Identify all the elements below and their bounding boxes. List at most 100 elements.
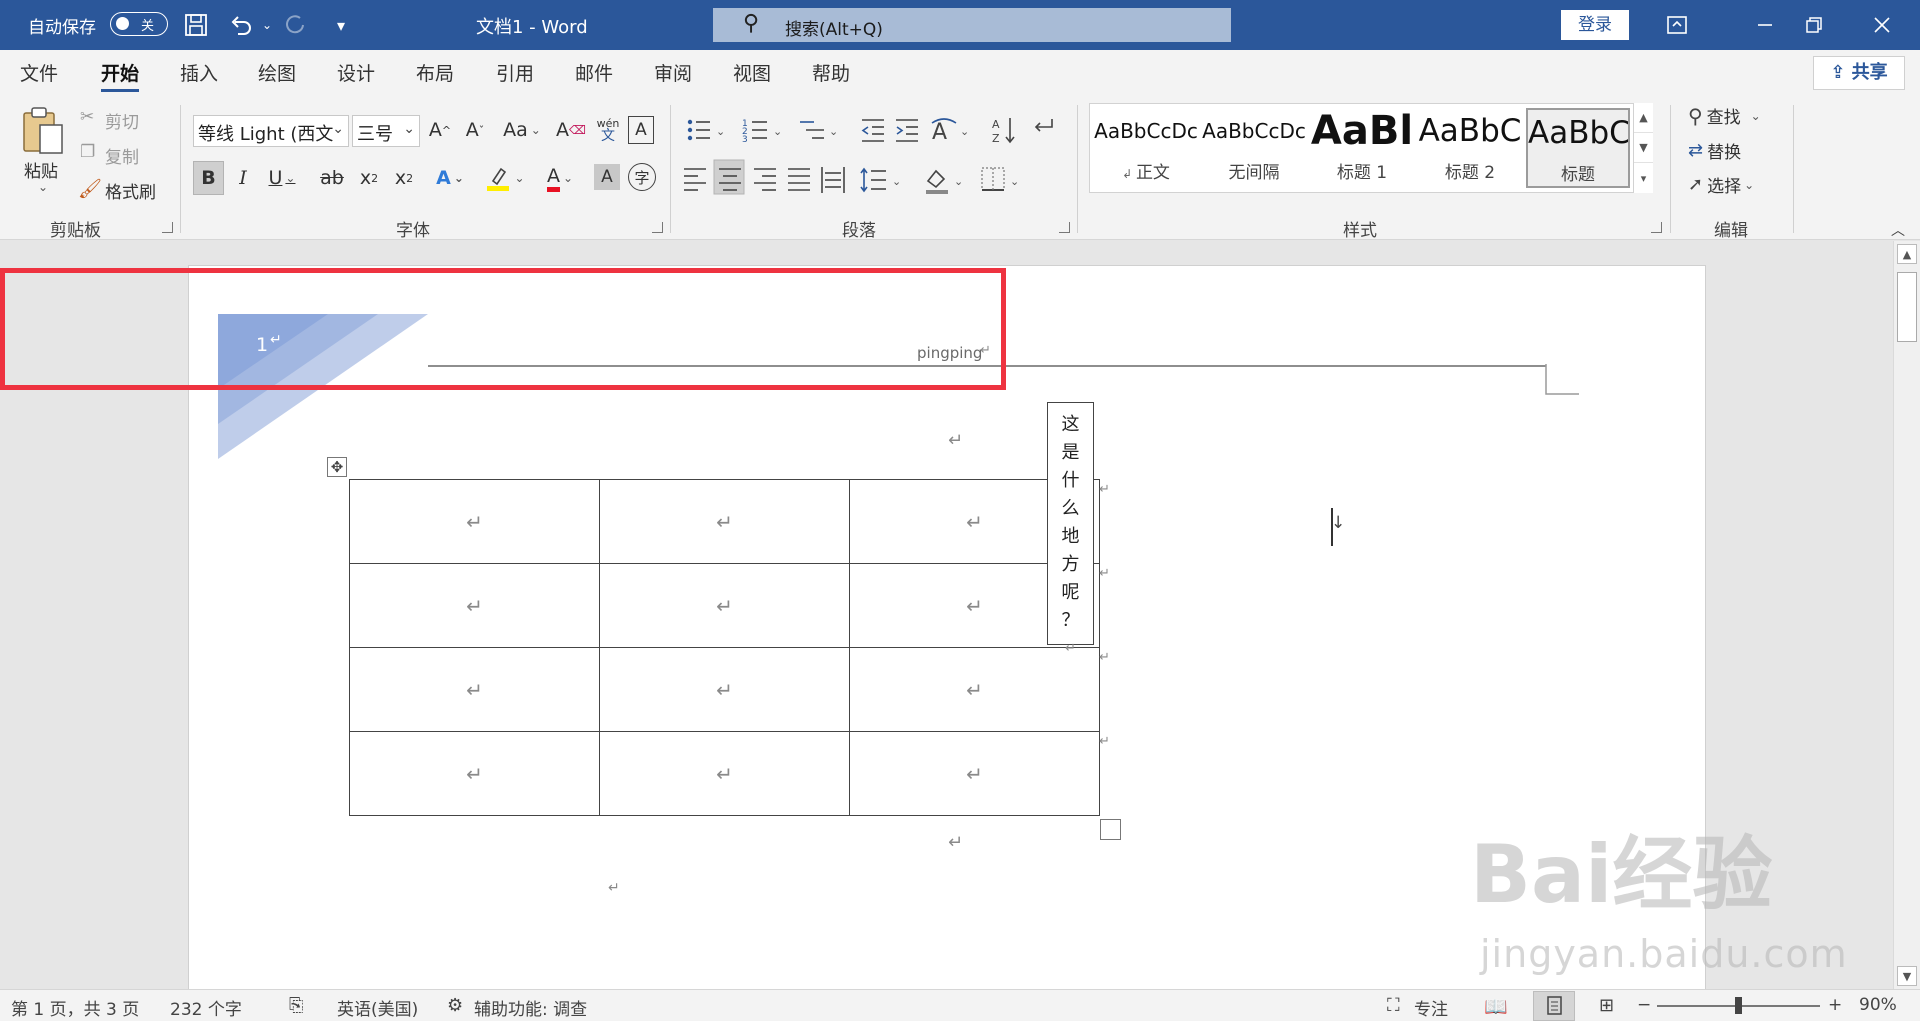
tab-insert[interactable]: 插入 (180, 59, 218, 86)
separator (180, 105, 181, 233)
redo-icon[interactable] (280, 10, 310, 40)
font-size-combo[interactable]: 三号 ⌄ (352, 115, 420, 147)
read-mode-icon[interactable]: 📖 (1484, 995, 1508, 1018)
gallery-more-icon[interactable]: ▾ (1634, 163, 1653, 193)
zoom-in-button[interactable]: + (1828, 995, 1842, 1015)
style-sample: AaBbCcDc (1094, 119, 1198, 143)
paste-dropdown-icon[interactable]: ⌄ (38, 180, 48, 194)
table-cell[interactable]: ↵ (349, 563, 600, 648)
page-info[interactable]: 第 1 页，共 3 页 (11, 995, 139, 1020)
strikethrough-button[interactable]: ab (316, 161, 348, 195)
gallery-up-icon[interactable]: ▲ (1634, 103, 1653, 133)
change-case-button[interactable]: Aa ⌄ (500, 113, 544, 147)
word-count[interactable]: 232 个字 (170, 995, 242, 1020)
phonetic-guide-button[interactable]: wén 文 (594, 113, 622, 147)
style-heading2[interactable]: AaBbC 标题 2 (1418, 108, 1522, 188)
zoom-out-button[interactable]: − (1637, 995, 1651, 1015)
collapse-ribbon-icon[interactable]: ︿ (1891, 220, 1905, 240)
focus-button[interactable]: 专注 (1414, 995, 1448, 1020)
accessibility-status[interactable]: 辅助功能: 调查 (474, 995, 587, 1020)
table-cell[interactable]: ↵ (849, 731, 1100, 816)
text-effects-button[interactable]: A ⌄ (428, 161, 472, 195)
autosave-toggle[interactable]: 关 (110, 12, 168, 36)
format-painter-icon: 🖌 (78, 178, 103, 200)
ribbon-display-icon[interactable] (1657, 5, 1697, 45)
customize-toolbar-icon[interactable]: ▾ (326, 10, 356, 40)
vertical-text-box[interactable]: 这 是 什 么 地 方 呢 ？ ↵ (1047, 402, 1094, 656)
style-no-spacing[interactable]: AaBbCcDc 无间隔 (1202, 108, 1306, 188)
share-button[interactable]: ⇪ 共享 (1813, 56, 1905, 90)
style-title[interactable]: AaBbC 标题 (1526, 108, 1630, 188)
gallery-down-icon[interactable]: ▼ (1634, 133, 1653, 163)
tab-mailings[interactable]: 邮件 (575, 59, 613, 86)
print-layout-button[interactable] (1533, 991, 1575, 1021)
strikethrough-icon: ab (320, 167, 344, 189)
table-cell[interactable]: ↵ (599, 731, 850, 816)
tab-draw[interactable]: 绘图 (258, 59, 296, 86)
tab-layout[interactable]: 布局 (416, 59, 454, 86)
restore-icon[interactable] (1794, 5, 1834, 45)
format-painter-button[interactable]: 格式刷 (105, 178, 156, 203)
styles-launcher-icon[interactable] (1651, 222, 1662, 233)
tab-review[interactable]: 审阅 (654, 59, 692, 86)
table-cell[interactable]: ↵ (349, 479, 600, 564)
select-button[interactable]: ➚ 选择 ⌄ (1688, 172, 1754, 197)
character-shading-button[interactable]: A (594, 164, 620, 190)
style-sample: AaBbC (1528, 115, 1628, 151)
tab-design[interactable]: 设计 (337, 59, 375, 86)
find-button[interactable]: ⚲ 查找 ⌄ (1688, 103, 1761, 129)
character-border-button[interactable]: A (628, 116, 654, 144)
zoom-slider-thumb[interactable] (1735, 997, 1742, 1014)
table-resize-handle[interactable] (1100, 819, 1121, 840)
copy-button[interactable]: 复制 (105, 143, 139, 168)
zoom-level[interactable]: 90% (1859, 995, 1897, 1015)
grow-font-button[interactable]: A ^ (425, 113, 455, 147)
style-normal[interactable]: AaBbCcDc ↲ 正文 (1094, 108, 1198, 188)
replace-button[interactable]: ⇄ 替换 (1688, 138, 1741, 163)
tab-help[interactable]: 帮助 (812, 59, 850, 86)
table-cell[interactable]: ↵ (349, 647, 600, 732)
paste-label[interactable]: 粘贴 (24, 157, 58, 182)
highlight-button[interactable]: ⌄ (482, 161, 528, 195)
save-icon[interactable] (181, 10, 211, 40)
table-cell[interactable]: ↵ (599, 563, 850, 648)
scroll-up-icon[interactable]: ▲ (1897, 244, 1917, 264)
enclose-characters-button[interactable]: 字 (628, 163, 656, 191)
tab-file[interactable]: 文件 (20, 59, 58, 86)
italic-button[interactable]: I (229, 161, 257, 195)
scroll-down-icon[interactable]: ▼ (1897, 966, 1917, 986)
paste-icon[interactable] (20, 105, 70, 155)
subscript-button[interactable]: x2 (355, 161, 383, 195)
language[interactable]: 英语(美国) (337, 995, 418, 1020)
paragraph-launcher-icon[interactable] (1059, 222, 1070, 233)
table-cell[interactable]: ↵ (349, 731, 600, 816)
tab-home[interactable]: 开始 (101, 59, 140, 92)
minimize-icon[interactable] (1745, 5, 1785, 45)
document-table[interactable]: ↵ ↵ ↵ ↵ ↵ ↵ ↵ ↵ ↵ ↵ ↵ ↵ (349, 479, 1100, 816)
superscript-button[interactable]: x2 (390, 161, 418, 195)
font-launcher-icon[interactable] (652, 222, 663, 233)
scroll-thumb[interactable] (1897, 272, 1917, 342)
font-name-combo[interactable]: 等线 Light (西文 ⌄ (193, 115, 349, 147)
undo-dropdown-icon[interactable]: ⌄ (252, 10, 282, 40)
bold-button[interactable]: B (193, 161, 224, 195)
cut-button[interactable]: 剪切 (105, 108, 139, 133)
table-cell[interactable]: ↵ (599, 479, 850, 564)
table-cell[interactable]: ↵ (599, 647, 850, 732)
shrink-font-button[interactable]: Aˇ (460, 113, 490, 147)
proofing-icon[interactable]: ⎘ (289, 995, 303, 1016)
close-icon[interactable] (1862, 5, 1902, 45)
table-move-handle-icon[interactable]: ✥ (327, 457, 347, 477)
sort-icon: AZ (992, 118, 1015, 145)
tab-references[interactable]: 引用 (496, 59, 534, 86)
clear-formatting-button[interactable]: A ⌫ (556, 113, 586, 147)
underline-button[interactable]: U ⌄ (262, 161, 302, 195)
search-box[interactable]: ⚲ 搜索(Alt+Q) (713, 8, 1231, 42)
font-color-button[interactable]: A ⌄ (537, 161, 583, 195)
tab-view[interactable]: 视图 (733, 59, 771, 86)
web-layout-icon[interactable]: ⊞ (1599, 995, 1614, 1016)
login-button[interactable]: 登录 (1561, 10, 1629, 40)
clipboard-launcher-icon[interactable] (162, 222, 173, 233)
vertical-scrollbar[interactable]: ▲ ▼ (1893, 241, 1920, 989)
style-heading1[interactable]: AaBl 标题 1 (1310, 108, 1414, 188)
